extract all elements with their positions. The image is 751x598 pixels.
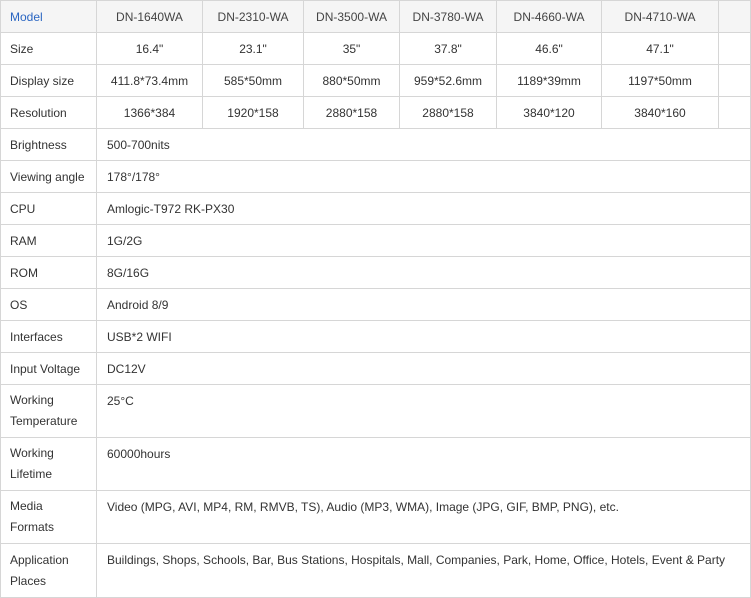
- table-row-cpu: CPU Amlogic-T972 RK-PX30: [0, 192, 751, 225]
- row-label-line: Working: [10, 446, 54, 460]
- cell-value: 2880*158: [303, 96, 400, 129]
- table-row-input-voltage: Input Voltage DC12V: [0, 352, 751, 385]
- cell-value: 8G/16G: [96, 256, 751, 289]
- cell-value: Amlogic-T972 RK-PX30: [96, 192, 751, 225]
- model-name: DN-4660-WA: [496, 0, 602, 33]
- empty-cell: [718, 32, 751, 65]
- cell-value: 500-700nits: [96, 128, 751, 161]
- row-label-line: Temperature: [10, 414, 78, 428]
- cell-value: 35": [303, 32, 400, 65]
- table-row-brightness: Brightness 500-700nits: [0, 128, 751, 161]
- cell-value: 585*50mm: [202, 64, 304, 97]
- cell-value: 1189*39mm: [496, 64, 602, 97]
- spec-table: Model DN-1640WA DN-2310-WA DN-3500-WA DN…: [0, 0, 751, 598]
- cell-value: 1197*50mm: [601, 64, 719, 97]
- table-row-os: OS Android 8/9: [0, 288, 751, 321]
- model-label: Model: [0, 0, 97, 33]
- cell-value: Video (MPG, AVI, MP4, RM, RMVB, TS), Aud…: [96, 490, 751, 544]
- header-row: Model DN-1640WA DN-2310-WA DN-3500-WA DN…: [0, 0, 751, 33]
- cell-value: 47.1": [601, 32, 719, 65]
- cell-value: 1920*158: [202, 96, 304, 129]
- row-label: Working Temperature: [0, 384, 97, 438]
- cell-value: 16.4": [96, 32, 203, 65]
- row-label-line: Formats: [10, 520, 55, 534]
- cell-value: 23.1": [202, 32, 304, 65]
- table-row-rom: ROM 8G/16G: [0, 256, 751, 289]
- model-name: DN-1640WA: [96, 0, 203, 33]
- row-label: Media Formats: [0, 490, 97, 544]
- table-row-size: Size 16.4" 23.1" 35" 37.8" 46.6" 47.1": [0, 32, 751, 65]
- row-label: RAM: [0, 224, 97, 257]
- table-row-viewing-angle: Viewing angle 178°/178°: [0, 160, 751, 193]
- cell-value: 60000hours: [96, 437, 751, 491]
- row-label: ROM: [0, 256, 97, 289]
- model-name: DN-3500-WA: [303, 0, 400, 33]
- cell-value: DC12V: [96, 352, 751, 385]
- row-label: CPU: [0, 192, 97, 225]
- row-label: OS: [0, 288, 97, 321]
- row-label: Brightness: [0, 128, 97, 161]
- cell-value: 1G/2G: [96, 224, 751, 257]
- cell-value: 411.8*73.4mm: [96, 64, 203, 97]
- cell-value: 1366*384: [96, 96, 203, 129]
- row-label: Viewing angle: [0, 160, 97, 193]
- row-label-line: Lifetime: [10, 467, 53, 481]
- table-row-resolution: Resolution 1366*384 1920*158 2880*158 28…: [0, 96, 751, 129]
- table-row-display-size: Display size 411.8*73.4mm 585*50mm 880*5…: [0, 64, 751, 97]
- cell-value: 2880*158: [399, 96, 497, 129]
- cell-value: 46.6": [496, 32, 602, 65]
- empty-cell: [718, 96, 751, 129]
- row-label-line: Working: [10, 393, 54, 407]
- cell-value: 37.8": [399, 32, 497, 65]
- row-label: Working Lifetime: [0, 437, 97, 491]
- cell-value: Buildings, Shops, Schools, Bar, Bus Stat…: [96, 543, 751, 598]
- table-row-working-temperature: Working Temperature 25°C: [0, 384, 751, 438]
- row-label: Input Voltage: [0, 352, 97, 385]
- row-label: Resolution: [0, 96, 97, 129]
- empty-cell: [718, 64, 751, 97]
- cell-value: 25°C: [96, 384, 751, 438]
- row-label-line: Media: [10, 499, 43, 513]
- row-label: Size: [0, 32, 97, 65]
- table-row-interfaces: Interfaces USB*2 WIFI: [0, 320, 751, 353]
- model-name: DN-2310-WA: [202, 0, 304, 33]
- cell-value: 178°/178°: [96, 160, 751, 193]
- table-row-application-places: Application Places Buildings, Shops, Sch…: [0, 543, 751, 598]
- row-label: Application Places: [0, 543, 97, 598]
- cell-value: 3840*160: [601, 96, 719, 129]
- table-row-ram: RAM 1G/2G: [0, 224, 751, 257]
- model-name: DN-3780-WA: [399, 0, 497, 33]
- cell-value: 959*52.6mm: [399, 64, 497, 97]
- empty-cell: [718, 0, 751, 33]
- row-label: Display size: [0, 64, 97, 97]
- row-label: Interfaces: [0, 320, 97, 353]
- row-label-line: Application: [10, 552, 69, 567]
- cell-value: Android 8/9: [96, 288, 751, 321]
- table-row-media-formats: Media Formats Video (MPG, AVI, MP4, RM, …: [0, 490, 751, 544]
- table-row-working-lifetime: Working Lifetime 60000hours: [0, 437, 751, 491]
- row-label-line: Places: [10, 573, 47, 588]
- cell-value: USB*2 WIFI: [96, 320, 751, 353]
- cell-value: 3840*120: [496, 96, 602, 129]
- cell-value: 880*50mm: [303, 64, 400, 97]
- model-name: DN-4710-WA: [601, 0, 719, 33]
